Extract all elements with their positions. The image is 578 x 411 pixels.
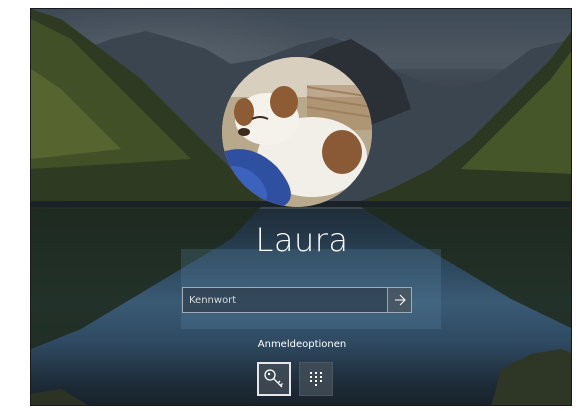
- pin-keypad-icon: [310, 372, 322, 386]
- password-input[interactable]: [183, 288, 387, 312]
- dog-photo-icon: [222, 57, 372, 207]
- pin-option-button[interactable]: [299, 362, 333, 396]
- sign-in-options-label: Anmeldeoptionen: [257, 339, 347, 350]
- arrow-right-icon: [394, 294, 406, 306]
- password-option-button[interactable]: [257, 362, 291, 396]
- submit-button[interactable]: [387, 288, 411, 312]
- password-field-container: [182, 287, 412, 313]
- username-label: Laura: [255, 221, 349, 259]
- user-avatar: [222, 57, 372, 207]
- key-icon: [264, 369, 283, 388]
- lock-screen: Laura Anmeldeoptionen: [30, 8, 572, 406]
